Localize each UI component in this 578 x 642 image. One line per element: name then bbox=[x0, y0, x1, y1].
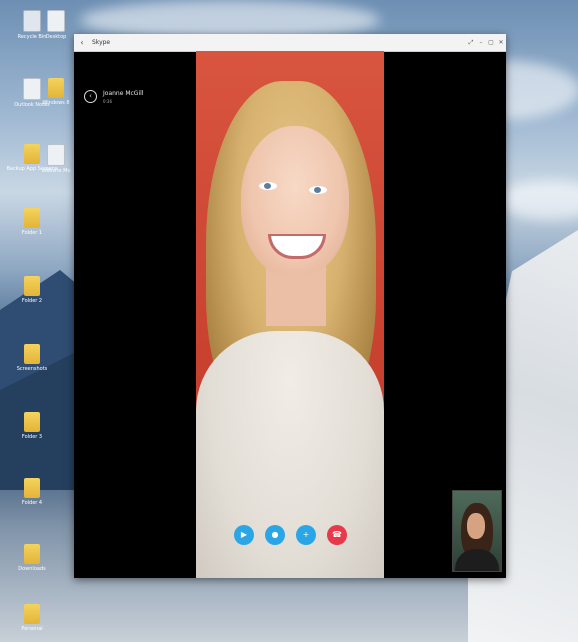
folder-icon bbox=[48, 78, 64, 98]
folder-icon bbox=[24, 544, 40, 564]
remote-video bbox=[196, 51, 384, 578]
caller-info: ‹ Joanne McGill 0:36 bbox=[84, 90, 143, 104]
folder-icon bbox=[24, 344, 40, 364]
desktop-icon[interactable]: Downloads bbox=[4, 544, 60, 572]
end-call-button[interactable]: ☎ bbox=[327, 525, 347, 545]
pin-icon[interactable]: ⤢ bbox=[466, 39, 476, 47]
title-bar: ‹ Skype ⤢ – ▢ ✕ bbox=[74, 34, 506, 52]
document-icon bbox=[47, 10, 65, 32]
add-button[interactable]: + bbox=[296, 525, 316, 545]
call-controls: ▶ ● + ☎ bbox=[234, 525, 347, 545]
call-duration: 0:36 bbox=[103, 99, 112, 104]
desktop-icon[interactable]: Folder 2 bbox=[4, 276, 60, 304]
back-button[interactable]: ‹ bbox=[84, 90, 97, 103]
eye bbox=[259, 182, 277, 190]
back-arrow-icon[interactable]: ‹ bbox=[76, 38, 88, 47]
desktop-icon[interactable]: Folder 4 bbox=[4, 478, 60, 506]
desktop-icon[interactable]: Screenshots bbox=[4, 344, 60, 372]
mute-button[interactable]: ● bbox=[265, 525, 285, 545]
video-button[interactable]: ▶ bbox=[234, 525, 254, 545]
document-icon bbox=[47, 144, 65, 166]
folder-icon bbox=[24, 478, 40, 498]
self-view[interactable] bbox=[452, 490, 502, 572]
minimize-button[interactable]: – bbox=[476, 39, 486, 46]
folder-icon bbox=[24, 276, 40, 296]
contact-name: Joanne McGill bbox=[103, 90, 144, 97]
window-title: Skype bbox=[92, 39, 111, 46]
smile bbox=[268, 234, 326, 259]
desktop-icon[interactable]: Folder 3 bbox=[4, 412, 60, 440]
self-view-body bbox=[455, 549, 499, 571]
self-view-face bbox=[467, 513, 485, 539]
remote-video-face bbox=[241, 126, 349, 276]
folder-icon bbox=[24, 604, 40, 624]
maximize-button[interactable]: ▢ bbox=[486, 39, 496, 46]
desktop-icon[interactable]: Folder 1 bbox=[4, 208, 60, 236]
close-button[interactable]: ✕ bbox=[496, 39, 506, 46]
desktop-icons: Recycle Bin Desktop Outlook Notes Window… bbox=[4, 8, 70, 638]
desktop-icon[interactable]: Personal bbox=[4, 604, 60, 632]
skype-window: ‹ Skype ⤢ – ▢ ✕ ‹ Joanne McGill 0:36 ▶ ●… bbox=[74, 34, 506, 578]
folder-icon bbox=[24, 208, 40, 228]
folder-icon bbox=[24, 412, 40, 432]
eye bbox=[309, 186, 327, 194]
